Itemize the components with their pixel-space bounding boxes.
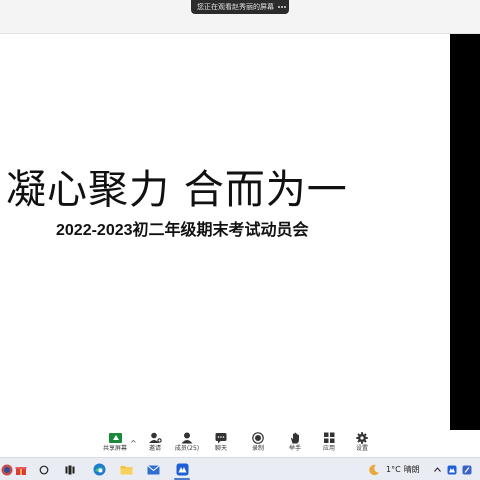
search-icon[interactable]	[36, 462, 52, 477]
raise-hand-icon	[288, 432, 302, 444]
share-screen-label: 共享屏幕	[102, 445, 127, 452]
viewing-banner-text: 您正在观看赵秀丽的屏幕	[197, 3, 274, 11]
weather-widget[interactable]: 1°C 晴朗	[386, 462, 430, 477]
members-label: 成员(25)	[174, 445, 200, 452]
meeting-tray-icon[interactable]	[446, 462, 458, 477]
apps-icon	[322, 432, 336, 444]
settings-label: 设置	[355, 445, 368, 452]
chat-button[interactable]: 聊天	[206, 432, 236, 456]
app-tray-icon[interactable]	[461, 462, 473, 477]
apps-button[interactable]: 应用	[314, 432, 344, 456]
share-options-chevron-icon[interactable]: ^	[130, 439, 137, 448]
viewing-banner: 您正在观看赵秀丽的屏幕	[191, 0, 289, 14]
gift-icon[interactable]	[14, 462, 28, 477]
settings-button[interactable]: 设置	[347, 432, 377, 456]
shared-screen-edge	[450, 34, 480, 430]
moon-icon	[366, 462, 382, 477]
invite-button[interactable]: 邀请	[140, 432, 170, 456]
share-screen-button[interactable]: 共享屏幕	[100, 432, 130, 456]
record-label: 录制	[251, 445, 264, 452]
weather-condition: 晴朗	[403, 465, 420, 474]
slide-title: 凝心聚力 合而为一	[6, 167, 348, 213]
more-icon[interactable]	[278, 3, 286, 11]
windows-taskbar: 1°C 晴朗	[0, 457, 480, 480]
invite-icon	[148, 432, 162, 444]
record-button[interactable]: 录制	[243, 432, 273, 456]
invite-label: 邀请	[148, 445, 161, 452]
members-button[interactable]: 成员(25)	[172, 432, 202, 456]
record-icon	[251, 432, 265, 444]
meeting-top-bar	[0, 17, 480, 34]
weather-temp: 1°C	[386, 465, 401, 474]
settings-icon	[355, 432, 369, 444]
file-explorer-icon[interactable]	[117, 462, 135, 477]
raise-hand-button[interactable]: 举手	[280, 432, 310, 456]
task-view-icon[interactable]	[62, 462, 78, 477]
meeting-app-icon[interactable]	[173, 462, 191, 477]
chat-label: 聊天	[214, 445, 227, 452]
mail-icon[interactable]	[144, 462, 162, 477]
share-screen-icon	[108, 432, 122, 444]
tray-chevron-icon[interactable]	[432, 462, 442, 477]
apps-label: 应用	[322, 445, 335, 452]
raise-hand-label: 举手	[288, 445, 301, 452]
slide-subtitle: 2022-2023初二年级期末考试动员会	[56, 222, 309, 239]
start-icon[interactable]	[0, 462, 14, 477]
edge-icon[interactable]	[90, 462, 108, 477]
chat-icon	[214, 432, 228, 444]
meeting-toolbar: 共享屏幕 邀请 成员(25) 聊天 录制 举手 应用 设置	[0, 430, 480, 457]
members-icon	[180, 432, 194, 444]
